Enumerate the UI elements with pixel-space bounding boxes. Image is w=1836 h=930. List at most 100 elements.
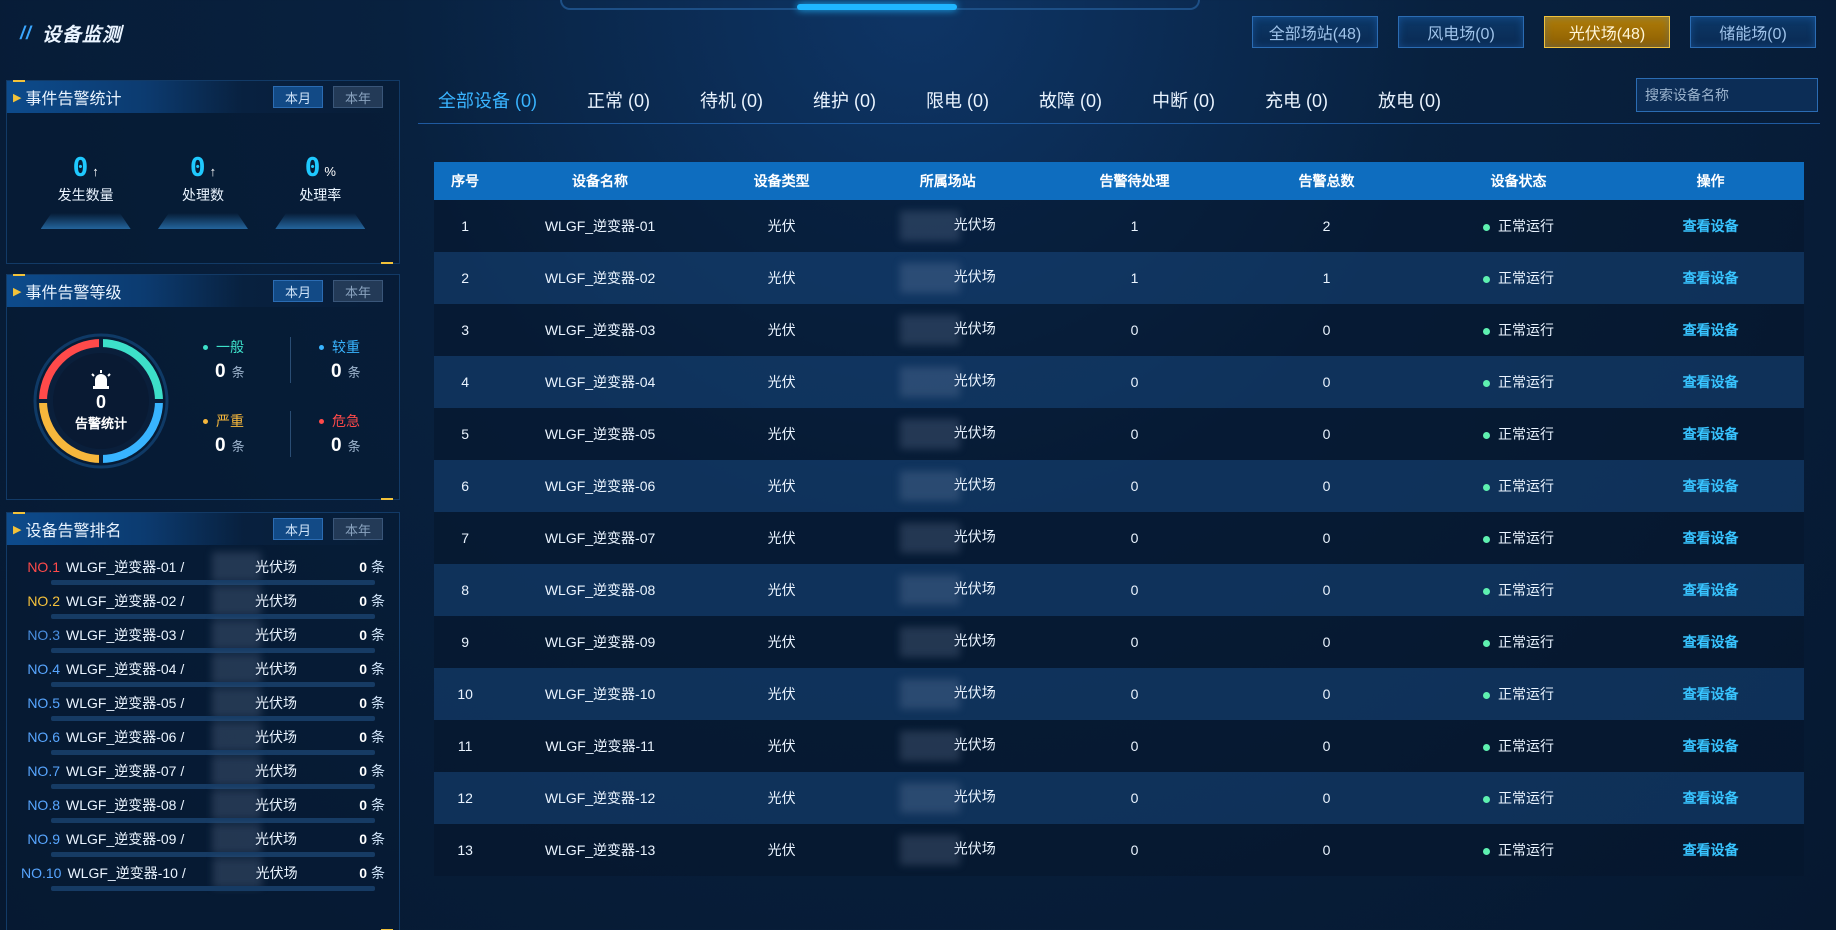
tab-discharging[interactable]: 放电 (0) <box>1378 87 1441 123</box>
status-text: 正常运行 <box>1498 790 1555 806</box>
cell-device-name: WLGF_逆变器-09 <box>544 634 656 650</box>
tab-charging[interactable]: 充电 (0) <box>1265 87 1328 123</box>
cell-device-type: 光伏 <box>767 842 796 858</box>
stat-value: 0 <box>72 153 89 183</box>
top-glow-decoration <box>797 4 957 10</box>
cell-site: 光伏场 <box>860 304 1036 356</box>
site-filter-storage[interactable]: 储能场(0) <box>1690 16 1816 48</box>
triangle-icon: ▶ <box>13 523 22 536</box>
up-arrow-icon: ↑ <box>92 164 99 179</box>
view-device-link[interactable]: 查看设备 <box>1683 374 1739 390</box>
rank-site: 光伏场 <box>255 865 298 881</box>
ranking-item[interactable]: NO.3 WLGF_逆变器-03 / 光伏场 0条 <box>21 620 385 655</box>
tab-year[interactable]: 本年 <box>333 280 383 302</box>
tab-year[interactable]: 本年 <box>333 518 383 540</box>
tab-curtailed[interactable]: 限电 (0) <box>926 87 989 123</box>
redacted-block <box>212 688 261 718</box>
tab-all-devices[interactable]: 全部设备 (0) <box>438 87 537 123</box>
cell-no: 6 <box>461 478 470 494</box>
tab-year[interactable]: 本年 <box>333 86 383 108</box>
rank-site: 光伏场 <box>255 559 297 575</box>
table-row: 13 WLGF_逆变器-13 光伏 光伏场 0 0 正常运行 查看设备 <box>434 824 1804 876</box>
view-device-link[interactable]: 查看设备 <box>1683 686 1739 702</box>
tab-fault[interactable]: 故障 (0) <box>1039 87 1102 123</box>
table-row: 2 WLGF_逆变器-02 光伏 光伏场 1 1 正常运行 查看设备 <box>434 252 1804 304</box>
cell-device-type: 光伏 <box>767 322 796 338</box>
ranking-item[interactable]: NO.1 WLGF_逆变器-01 / 光伏场 0条 <box>21 552 385 587</box>
site-filter-all[interactable]: 全部场站(48) <box>1252 16 1378 48</box>
cell-total: 0 <box>1322 790 1331 806</box>
cell-pending: 0 <box>1130 478 1139 494</box>
level-unit: 条 <box>231 365 245 380</box>
rank-number: NO.6 <box>27 729 60 745</box>
cell-site: 光伏场 <box>860 564 1036 616</box>
view-device-link[interactable]: 查看设备 <box>1683 634 1739 650</box>
rank-count: 0 <box>359 763 367 779</box>
stat-handled: 0 ↑ 处理数 <box>157 153 248 235</box>
view-device-link[interactable]: 查看设备 <box>1683 322 1739 338</box>
ranking-item[interactable]: NO.8 WLGF_逆变器-08 / 光伏场 0条 <box>21 790 385 825</box>
redacted-block <box>899 835 960 865</box>
site-filter-wind[interactable]: 风电场(0) <box>1398 16 1524 48</box>
tab-interrupted[interactable]: 中断 (0) <box>1152 87 1215 123</box>
ranking-item[interactable]: NO.5 WLGF_逆变器-05 / 光伏场 0条 <box>21 688 385 723</box>
cell-status: 正常运行 <box>1420 824 1617 876</box>
ranking-item[interactable]: NO.2 WLGF_逆变器-02 / 光伏场 0条 <box>21 586 385 621</box>
rank-device-name: WLGF_逆变器-01 / <box>66 559 185 575</box>
rank-number: NO.9 <box>27 831 60 847</box>
redacted-block <box>899 679 960 709</box>
table-row: 1 WLGF_逆变器-01 光伏 光伏场 1 2 正常运行 查看设备 <box>434 200 1804 252</box>
cell-device-type: 光伏 <box>767 790 796 806</box>
stat-label: 处理率 <box>299 187 342 203</box>
alarm-stats-panel: ▶ 事件告警统计 本月 本年 0 ↑ 发生数量 0 ↑ 处理数 0% 处理率 <box>6 80 400 264</box>
tab-maintenance[interactable]: 维护 (0) <box>813 87 876 123</box>
cell-pending: 1 <box>1130 270 1139 286</box>
cell-total: 0 <box>1322 738 1331 754</box>
view-device-link[interactable]: 查看设备 <box>1683 478 1739 494</box>
view-device-link[interactable]: 查看设备 <box>1683 738 1739 754</box>
ranking-item[interactable]: NO.9 WLGF_逆变器-09 / 光伏场 0条 <box>21 824 385 859</box>
dot-icon <box>319 418 324 424</box>
redacted-block <box>899 471 960 501</box>
cell-site: 光伏场 <box>860 252 1036 304</box>
rank-device-name: WLGF_逆变器-06 / <box>66 729 185 745</box>
cell-site: 光伏场 <box>860 460 1036 512</box>
ranking-item[interactable]: NO.7 WLGF_逆变器-07 / 光伏场 0条 <box>21 756 385 791</box>
gauge-label: 告警统计 <box>74 416 127 431</box>
cell-device-name: WLGF_逆变器-02 <box>544 270 656 286</box>
view-device-link[interactable]: 查看设备 <box>1683 530 1739 546</box>
rank-count: 0 <box>359 729 367 745</box>
view-device-link[interactable]: 查看设备 <box>1683 218 1739 234</box>
cell-action: 查看设备 <box>1617 824 1804 876</box>
view-device-link[interactable]: 查看设备 <box>1683 426 1739 442</box>
status-text: 正常运行 <box>1498 218 1555 234</box>
site-filter-group: 全部场站(48) 风电场(0) 光伏场(48) 储能场(0) <box>1252 16 1816 48</box>
view-device-link[interactable]: 查看设备 <box>1683 790 1739 806</box>
tab-month[interactable]: 本月 <box>273 518 323 540</box>
ranking-item[interactable]: NO.4 WLGF_逆变器-04 / 光伏场 0条 <box>21 654 385 689</box>
tab-normal[interactable]: 正常 (0) <box>587 87 650 123</box>
redacted-block <box>212 552 261 582</box>
site-filter-solar[interactable]: 光伏场(48) <box>1544 16 1670 48</box>
device-search-input[interactable] <box>1636 78 1818 112</box>
cell-device-name: WLGF_逆变器-06 <box>544 478 656 494</box>
panel-header: ▶ 事件告警统计 本月 本年 <box>7 81 399 113</box>
view-device-link[interactable]: 查看设备 <box>1683 270 1739 286</box>
stat-value: 0 <box>304 153 321 183</box>
cell-site: 光伏场 <box>860 408 1036 460</box>
cell-pending: 0 <box>1130 426 1139 442</box>
cell-no: 4 <box>461 374 470 390</box>
tab-month[interactable]: 本月 <box>273 280 323 302</box>
tab-month[interactable]: 本月 <box>273 86 323 108</box>
cell-device-type: 光伏 <box>767 426 796 442</box>
view-device-link[interactable]: 查看设备 <box>1683 582 1739 598</box>
panel-title: ▶ 事件告警统计 <box>13 85 121 109</box>
tab-standby[interactable]: 待机 (0) <box>700 87 763 123</box>
app-title: // 设备监测 <box>20 20 122 47</box>
alarm-icon <box>91 370 111 389</box>
ranking-item[interactable]: NO.6 WLGF_逆变器-06 / 光伏场 0条 <box>21 722 385 757</box>
site-name: 光伏场 <box>953 528 996 545</box>
ranking-item[interactable]: NO.10 WLGF_逆变器-10 / 光伏场 0条 <box>21 858 385 893</box>
view-device-link[interactable]: 查看设备 <box>1683 842 1739 858</box>
rank-unit: 条 <box>371 831 385 847</box>
